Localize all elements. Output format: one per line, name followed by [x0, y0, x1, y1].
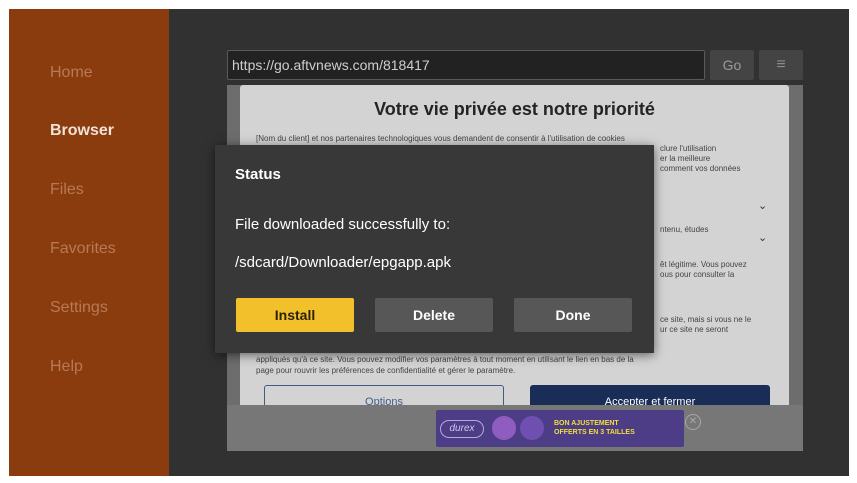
privacy-text-fragment: ntenu, études	[660, 225, 709, 234]
ad-product-image	[492, 416, 516, 440]
privacy-text-fragment: er la meilleure	[660, 154, 711, 163]
privacy-text-line: [Nom du client] et nos partenaires techn…	[256, 134, 625, 143]
close-icon[interactable]: ✕	[685, 414, 701, 430]
sidebar-item-help[interactable]: Help	[50, 358, 83, 376]
ad-strip: durex BON AJUSTEMENT OFFERTS EN 3 TAILLE…	[227, 405, 803, 451]
privacy-text-line: appliqués qu'à ce site. Vous pouvez modi…	[256, 355, 634, 364]
sidebar: Home Browser Files Favorites Settings He…	[9, 9, 169, 476]
status-dialog: Status File downloaded successfully to: …	[215, 145, 654, 353]
privacy-text-fragment: êt légitime. Vous pouvez	[660, 260, 747, 269]
menu-icon[interactable]: ≡	[759, 50, 803, 80]
file-path: /sdcard/Downloader/epgapp.apk	[235, 254, 451, 271]
install-button[interactable]: Install	[236, 298, 354, 332]
privacy-text-line: page pour rouvrir les préférences de con…	[256, 366, 516, 375]
privacy-text-fragment: ce site, mais si vous ne le	[660, 315, 752, 324]
ad-text: BON AJUSTEMENT OFFERTS EN 3 TAILLES	[554, 419, 635, 437]
dialog-message: File downloaded successfully to:	[235, 216, 451, 233]
sidebar-item-home[interactable]: Home	[50, 64, 93, 82]
ad-banner[interactable]: durex BON AJUSTEMENT OFFERTS EN 3 TAILLE…	[436, 410, 684, 447]
dialog-title: Status	[235, 166, 281, 183]
ad-brand-logo: durex	[440, 420, 484, 438]
sidebar-item-favorites[interactable]: Favorites	[50, 240, 116, 258]
sidebar-item-files[interactable]: Files	[50, 181, 84, 199]
ad-product-image	[520, 416, 544, 440]
privacy-text-fragment: comment vos données	[660, 164, 741, 173]
go-button[interactable]: Go	[710, 50, 754, 80]
chevron-down-icon[interactable]: ⌄	[758, 231, 767, 244]
ad-text-line: BON AJUSTEMENT	[554, 420, 619, 427]
url-input[interactable]: https://go.aftvnews.com/818417	[227, 50, 705, 80]
chevron-down-icon[interactable]: ⌄	[758, 199, 767, 212]
privacy-text-fragment: ur ce site ne seront	[660, 325, 729, 334]
sidebar-item-settings[interactable]: Settings	[50, 299, 108, 317]
sidebar-item-browser[interactable]: Browser	[50, 122, 114, 140]
done-button[interactable]: Done	[514, 298, 632, 332]
app-screen: Home Browser Files Favorites Settings He…	[9, 9, 849, 476]
privacy-text-fragment: ous pour consulter la	[660, 270, 735, 279]
ad-text-line: OFFERTS EN 3 TAILLES	[554, 429, 635, 436]
delete-button[interactable]: Delete	[375, 298, 493, 332]
privacy-text-fragment: clure l'utilisation	[660, 144, 717, 153]
privacy-title: Votre vie privée est notre priorité	[374, 99, 655, 119]
